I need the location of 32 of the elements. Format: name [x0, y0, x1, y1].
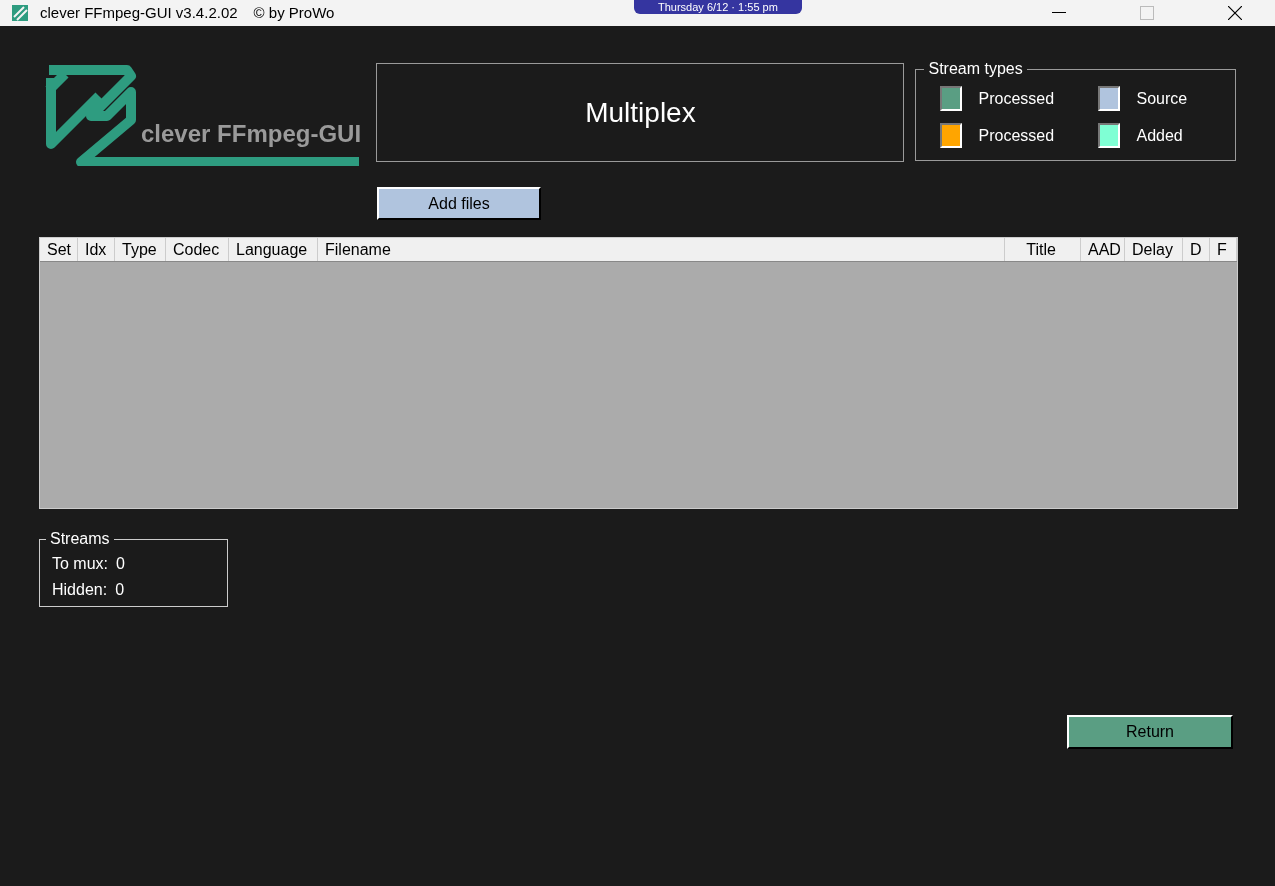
stat-label: To mux: — [52, 554, 108, 574]
column-header[interactable]: F — [1210, 238, 1237, 261]
column-header[interactable]: Idx — [78, 238, 115, 261]
maximize-icon — [1140, 6, 1154, 20]
group-title: Stream types — [927, 59, 1024, 79]
legend-label: Added — [1136, 125, 1183, 146]
minimize-icon — [1052, 12, 1066, 14]
column-header[interactable]: Type — [115, 238, 166, 261]
stat-label: Hidden: — [52, 580, 108, 600]
legend-label: Source — [1136, 88, 1188, 109]
app-icon — [12, 5, 28, 21]
stat-value: 0 — [116, 554, 125, 574]
column-header[interactable]: Delay — [1125, 238, 1183, 261]
add-files-button[interactable]: Add files — [377, 187, 541, 220]
column-header[interactable]: AAD — [1081, 238, 1125, 261]
copyright-text: © by ProWo — [253, 2, 335, 23]
heading-text: Multiplex — [585, 95, 696, 130]
column-header[interactable]: Filename — [318, 238, 1005, 261]
window-title: clever FFmpeg-GUI v3.4.2.02 — [40, 2, 238, 23]
return-button[interactable]: Return — [1067, 715, 1233, 749]
logo-text: clever FFmpeg-GUI — [141, 119, 362, 149]
column-header[interactable]: Codec — [166, 238, 229, 261]
clock-badge: Thursday 6/12 · 1:55 pm — [634, 0, 802, 14]
column-header[interactable]: D — [1183, 238, 1210, 261]
stat-value: 0 — [115, 580, 125, 600]
column-header[interactable]: Title — [1005, 238, 1081, 261]
legend-label: Processed — [978, 88, 1055, 109]
close-icon — [1228, 6, 1242, 20]
group-title: Streams — [49, 529, 111, 549]
legend-label: Processed — [978, 125, 1055, 146]
column-header[interactable]: Set — [40, 238, 78, 261]
column-header[interactable]: Language — [229, 238, 318, 261]
